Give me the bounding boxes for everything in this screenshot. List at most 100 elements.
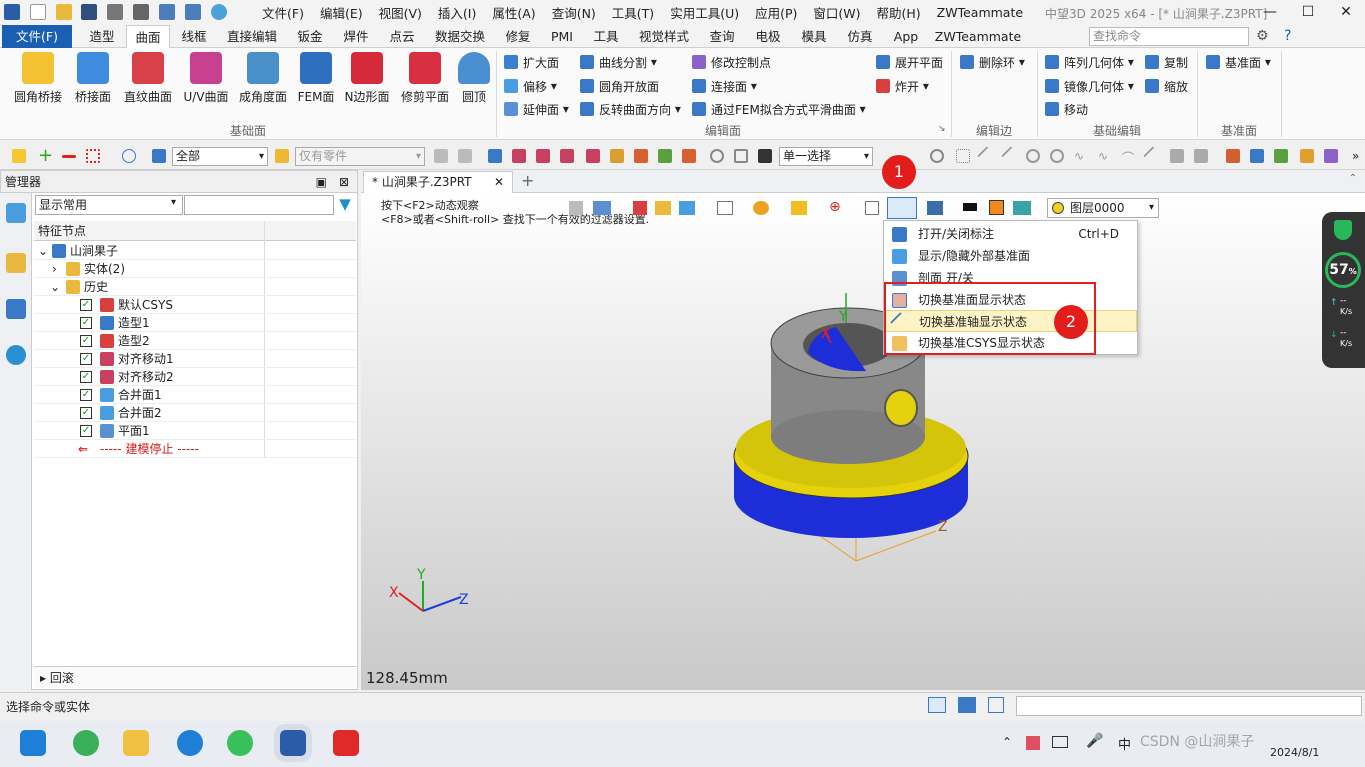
- reverse-direction-button[interactable]: 反转曲面方向 ▾: [580, 99, 681, 119]
- command-input[interactable]: [1016, 696, 1362, 716]
- new-file-icon[interactable]: [29, 4, 46, 20]
- toolbar-icon[interactable]: [1250, 149, 1264, 163]
- tab-surface[interactable]: 曲面: [126, 25, 170, 48]
- tab-modeling[interactable]: 造型: [80, 25, 124, 48]
- toolbar-icon[interactable]: [458, 149, 472, 163]
- expand-icon[interactable]: ›: [52, 260, 57, 278]
- tab-wireframe[interactable]: 线框: [172, 25, 216, 48]
- tree-item[interactable]: ✓ 默认CSYS: [34, 296, 356, 314]
- rollback-section[interactable]: ▸ 回滚: [34, 666, 356, 688]
- menu-insert[interactable]: 插入(I): [438, 3, 476, 22]
- filter-icon[interactable]: [152, 149, 166, 163]
- toolbar-icon[interactable]: [560, 149, 574, 163]
- microphone-icon[interactable]: 🎤: [1086, 733, 1103, 749]
- menu-zwteammate[interactable]: ZWTeammate: [937, 5, 1023, 20]
- fem-smooth-button[interactable]: 通过FEM拟合方式平滑曲面 ▾: [692, 99, 866, 119]
- dome-button[interactable]: 圆顶: [456, 52, 492, 105]
- toolbar-icon[interactable]: [734, 149, 748, 163]
- command-search-input[interactable]: 查找命令: [1089, 27, 1249, 46]
- tab-zwteammate[interactable]: ZWTeammate: [930, 25, 1026, 48]
- stop-icon[interactable]: [758, 149, 772, 163]
- remove-icon[interactable]: [62, 155, 76, 158]
- collapse-icon[interactable]: ⌄: [50, 278, 60, 296]
- extend-face-button[interactable]: 扩大面: [504, 52, 559, 72]
- parts-only-select[interactable]: 仅有零件: [295, 147, 425, 166]
- fillet-open-face-button[interactable]: 圆角开放面: [580, 76, 659, 96]
- toolbar-icon[interactable]: [512, 149, 526, 163]
- tree-item[interactable]: ✓ 造型2: [34, 332, 356, 350]
- visibility-checkbox[interactable]: ✓: [80, 335, 92, 347]
- tab-sheetmetal[interactable]: 钣金: [288, 25, 332, 48]
- tab-repair[interactable]: 修复: [496, 25, 540, 48]
- tab-data-exchange[interactable]: 数据交换: [426, 25, 494, 48]
- toolbar-icon[interactable]: [536, 149, 550, 163]
- tab-query[interactable]: 查询: [700, 25, 744, 48]
- menu-item-toggle-annotation[interactable]: 打开/关闭标注 Ctrl+D: [884, 223, 1137, 245]
- keyboard-icon[interactable]: [1052, 736, 1068, 748]
- toolbar-icon[interactable]: [1194, 149, 1208, 163]
- start-icon[interactable]: [20, 730, 46, 756]
- part-model[interactable]: Y X Z Y X Z: [361, 193, 1365, 690]
- toolbar-icon[interactable]: [710, 149, 724, 163]
- tree-item[interactable]: ✓ 平面1: [34, 422, 356, 440]
- selection-mode-select[interactable]: 单一选择: [779, 147, 873, 166]
- save-icon[interactable]: [81, 4, 98, 20]
- tab-weldment[interactable]: 焊件: [334, 25, 378, 48]
- uv-surface-button[interactable]: U/V曲面: [180, 52, 232, 105]
- tab-file[interactable]: 文件(F): [2, 25, 72, 48]
- manager-filter-select[interactable]: 显示常用: [35, 195, 183, 215]
- parts-filter-icon[interactable]: [275, 149, 289, 163]
- wps-icon[interactable]: [333, 730, 359, 756]
- filter-type-select[interactable]: 全部: [172, 147, 268, 166]
- tab-direct-edit[interactable]: 直接编辑: [218, 25, 286, 48]
- visibility-checkbox[interactable]: ✓: [80, 299, 92, 311]
- visibility-checkbox[interactable]: ✓: [80, 425, 92, 437]
- offset-button[interactable]: 偏移 ▾: [504, 76, 557, 96]
- menu-utilities[interactable]: 实用工具(U): [670, 3, 739, 22]
- undo-icon[interactable]: [158, 4, 175, 20]
- toolbar-icon[interactable]: [1324, 149, 1338, 163]
- scale-button[interactable]: 缩放: [1145, 76, 1188, 96]
- tray-app-icon[interactable]: [1026, 736, 1040, 750]
- extend-surface-button[interactable]: 延伸面 ▾: [504, 99, 569, 119]
- chevron-down-icon[interactable]: ▾: [171, 197, 176, 208]
- curve-icon[interactable]: ∿: [1074, 149, 1088, 163]
- toolbar-icon[interactable]: [434, 149, 448, 163]
- tree-solid[interactable]: › 实体(2): [34, 260, 356, 278]
- toolbar-icon[interactable]: [1170, 149, 1184, 163]
- menu-item-external-datum[interactable]: 显示/隐藏外部基准面: [884, 245, 1137, 267]
- gear-icon[interactable]: ⚙: [1256, 28, 1269, 44]
- toolbar-icon[interactable]: [488, 149, 502, 163]
- toolbar-icon[interactable]: [1300, 149, 1314, 163]
- arc-icon[interactable]: ⌒: [1122, 149, 1136, 165]
- funnel-filter-icon[interactable]: ▼: [335, 195, 355, 215]
- visibility-checkbox[interactable]: ✓: [80, 353, 92, 365]
- close-icon[interactable]: ✕: [1327, 0, 1365, 25]
- tab-pointcloud[interactable]: 点云: [380, 25, 424, 48]
- fillet-bridge-button[interactable]: 圆角桥接: [10, 52, 66, 105]
- line-icon[interactable]: [1001, 146, 1021, 166]
- datum-plane-button[interactable]: 基准面 ▾: [1206, 52, 1271, 72]
- n-sided-face-button[interactable]: N边形面: [342, 52, 392, 105]
- toolbar-icon[interactable]: [658, 149, 672, 163]
- collapse-icon[interactable]: ⌄: [38, 242, 48, 260]
- tab-mold[interactable]: 模具: [792, 25, 836, 48]
- circle-icon[interactable]: [1050, 149, 1064, 163]
- group-expand-icon[interactable]: ↘: [938, 124, 946, 134]
- visibility-checkbox[interactable]: ✓: [80, 389, 92, 401]
- menu-file[interactable]: 文件(F): [262, 3, 304, 22]
- history-manager-icon[interactable]: [6, 203, 26, 223]
- status-mode-icon[interactable]: [928, 697, 946, 713]
- tab-app[interactable]: App: [884, 25, 928, 48]
- wechat-icon[interactable]: [227, 730, 253, 756]
- status-screen-icon[interactable]: [958, 697, 976, 713]
- tree-item[interactable]: ✓ 对齐移动1: [34, 350, 356, 368]
- pattern-geometry-button[interactable]: 阵列几何体 ▾: [1045, 52, 1134, 72]
- print-preview-icon[interactable]: [133, 4, 150, 20]
- line-icon[interactable]: [977, 146, 997, 166]
- minimize-icon[interactable]: —: [1251, 0, 1289, 25]
- user-icon[interactable]: [6, 345, 26, 365]
- toolbar-overflow-icon[interactable]: »: [1352, 149, 1365, 163]
- menu-query[interactable]: 查询(N): [552, 3, 596, 22]
- unfold-plane-button[interactable]: 展开平面: [876, 52, 943, 72]
